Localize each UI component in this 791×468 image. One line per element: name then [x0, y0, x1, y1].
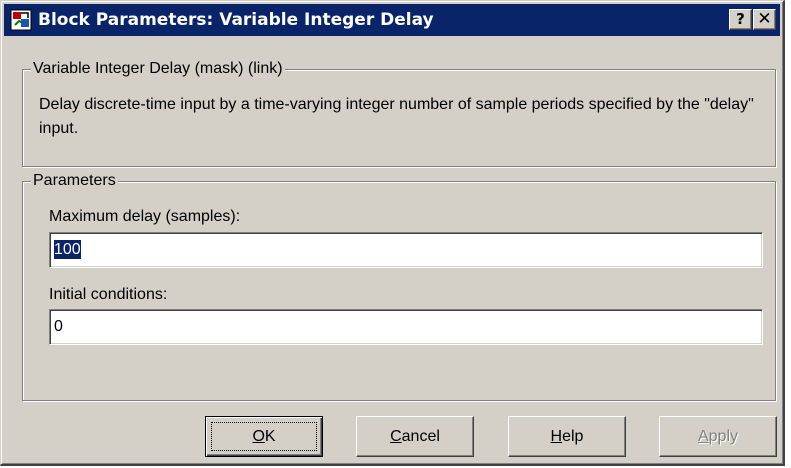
block-description: Delay discrete-time input by a time-vary…: [39, 96, 754, 137]
maximum-delay-label: Maximum delay (samples):: [49, 208, 241, 225]
initial-conditions-input[interactable]: 0: [49, 309, 763, 345]
block-parameters-dialog: Block Parameters: Variable Integer Delay…: [0, 0, 785, 466]
initial-conditions-label: Initial conditions:: [49, 286, 168, 303]
cancel-label-rest: ancel: [401, 428, 440, 445]
window-title: Block Parameters: Variable Integer Delay: [38, 10, 434, 30]
apply-mnemonic: A: [697, 428, 709, 445]
parameters-group-legend: Parameters: [31, 171, 118, 191]
parameters-group: Parameters Maximum delay (samples): 100 …: [22, 171, 776, 401]
help-label-rest: elp: [562, 428, 584, 445]
context-help-button[interactable]: ?: [729, 9, 752, 30]
title-bar[interactable]: Block Parameters: Variable Integer Delay…: [4, 4, 780, 36]
help-mnemonic: H: [550, 428, 563, 445]
apply-button[interactable]: Apply: [659, 416, 777, 457]
maximum-delay-input[interactable]: 100: [49, 232, 763, 268]
cancel-button[interactable]: Cancel: [356, 416, 474, 457]
apply-label-rest: pply: [708, 428, 739, 445]
focus-rectangle: [211, 422, 317, 451]
description-group: Variable Integer Delay (mask) (link) Del…: [22, 59, 776, 167]
maximum-delay-value: 100: [54, 240, 81, 259]
initial-conditions-value: 0: [54, 318, 63, 335]
ok-button[interactable]: OK: [205, 416, 323, 457]
close-button[interactable]: ✕: [753, 9, 776, 30]
simulink-block-icon: [10, 9, 32, 31]
description-group-legend: Variable Integer Delay (mask) (link): [31, 59, 285, 79]
help-button[interactable]: Help: [508, 416, 626, 457]
cancel-mnemonic: C: [390, 428, 402, 445]
